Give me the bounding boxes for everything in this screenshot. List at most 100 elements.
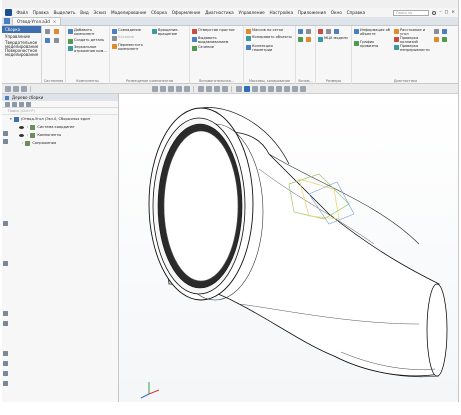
axis-button[interactable] <box>306 29 311 34</box>
tree-settings-button[interactable] <box>26 101 31 107</box>
eye-icon[interactable] <box>19 133 24 137</box>
display-mode-button[interactable] <box>214 86 220 92</box>
display-mode-button[interactable] <box>206 86 212 92</box>
create-part-button[interactable]: Создать деталь <box>68 38 108 44</box>
curve-button[interactable] <box>306 37 311 42</box>
menu-item-settings[interactable]: Настройка <box>267 10 295 15</box>
grid-array-button[interactable]: Массив по сетке <box>246 28 294 34</box>
coincidence-button[interactable]: Совпадение <box>112 28 148 34</box>
side-icon[interactable] <box>3 139 8 144</box>
view-button[interactable] <box>292 86 298 92</box>
tree-search-field[interactable]: Поиск (Ctrl+F) <box>2 108 118 115</box>
side-icon[interactable] <box>3 321 8 326</box>
tree-structure-button[interactable] <box>12 101 17 107</box>
copy-objects-button[interactable]: Копировать объекты <box>246 35 294 41</box>
tree-node-coordinate-system[interactable]: › Система координат <box>2 123 118 131</box>
mass-properties-button[interactable]: MЦХ модели <box>318 36 350 42</box>
view-button[interactable] <box>260 86 266 92</box>
menu-item-help[interactable]: Справка <box>344 10 367 15</box>
side-icon[interactable] <box>3 381 8 386</box>
side-icon[interactable] <box>3 311 8 316</box>
view-button[interactable] <box>268 86 274 92</box>
mode-surface-modeling[interactable]: Поверхностное моделирование <box>2 48 41 56</box>
continuity-check-button[interactable]: Проверка непрерывности <box>394 44 430 53</box>
extrude-cut-button[interactable]: Выдавить выдавливанием <box>192 36 242 45</box>
tree-filter-button[interactable] <box>5 101 10 107</box>
pan-button[interactable] <box>168 86 174 92</box>
filter-icon[interactable] <box>284 86 290 92</box>
toolbar-button[interactable] <box>21 86 27 92</box>
rotate-view-button[interactable] <box>176 86 182 92</box>
angle-dimension-button[interactable] <box>326 29 331 34</box>
diag-extra-1[interactable] <box>434 29 439 34</box>
rotation-button[interactable]: Вращение-вращение <box>152 28 188 37</box>
mirror-component-button[interactable]: Зеркальное отражение ком... <box>68 45 108 54</box>
document-tab[interactable]: Отвод-Угол.a3d × <box>12 17 62 25</box>
toolbar-button[interactable] <box>13 86 19 92</box>
dimension-button[interactable] <box>318 29 323 34</box>
close-icon[interactable]: × <box>451 10 455 15</box>
tree-node-mates[interactable]: › Сопряжения <box>2 139 118 147</box>
menu-item-modeling[interactable]: Моделирование <box>109 10 149 15</box>
side-icon[interactable] <box>3 221 8 226</box>
zoom-window-button[interactable] <box>160 86 166 92</box>
menu-item-edit[interactable]: Правка <box>30 10 51 15</box>
menu-item-window[interactable]: Окно <box>328 10 344 15</box>
active-view-button[interactable] <box>244 86 250 92</box>
menu-item-view[interactable]: Вид <box>78 10 91 15</box>
orientation-button[interactable] <box>184 86 190 92</box>
expand-icon[interactable]: › <box>27 125 28 129</box>
tangency-button[interactable]: Касание <box>112 35 148 41</box>
side-icon[interactable] <box>3 351 8 356</box>
menu-item-drafting[interactable]: Оформление <box>169 10 202 15</box>
menu-item-management[interactable]: Управление <box>236 10 267 15</box>
open-button[interactable] <box>54 29 59 34</box>
expand-icon[interactable]: › <box>27 133 28 137</box>
mode-assembly[interactable]: Сборка <box>2 26 41 33</box>
menu-item-file[interactable]: Файл <box>14 10 30 15</box>
display-mode-button[interactable] <box>198 86 204 92</box>
side-icon[interactable] <box>3 131 8 136</box>
new-button[interactable] <box>45 29 50 34</box>
curvature-graph-button[interactable]: График кривизны <box>354 40 390 49</box>
section-button[interactable]: Сечение <box>192 45 242 51</box>
menu-item-select[interactable]: Выделить <box>51 10 78 15</box>
eye-icon[interactable] <box>19 125 24 129</box>
tab-close-icon[interactable]: × <box>53 18 56 25</box>
restore-icon[interactable]: ◻ <box>444 10 448 15</box>
tree-root-node[interactable]: ▾ (Отвод-Угол (Экз.0, Сборочных един <box>2 115 118 123</box>
diag-extra-4[interactable] <box>442 37 447 42</box>
section-view-button[interactable] <box>236 86 242 92</box>
view-button[interactable] <box>276 86 282 92</box>
radius-dimension-button[interactable] <box>334 29 339 34</box>
geometry-collection-button[interactable]: Коллекция геометрии <box>246 44 294 53</box>
tree-node-components[interactable]: › Компоненты <box>2 131 118 139</box>
simple-hole-button[interactable]: Отверстие простое <box>192 28 242 34</box>
mode-management[interactable]: Управление <box>2 33 41 40</box>
search-input[interactable]: Поиск по <box>393 9 430 16</box>
menu-item-assembly[interactable]: Сборка <box>149 10 170 15</box>
search-icon[interactable] <box>432 10 437 15</box>
side-icon[interactable] <box>3 361 8 366</box>
view-button[interactable] <box>252 86 258 92</box>
side-icon[interactable] <box>3 371 8 376</box>
view-button[interactable] <box>300 86 306 92</box>
save-button[interactable] <box>45 38 50 43</box>
diag-extra-3[interactable] <box>434 37 439 42</box>
model-viewport[interactable] <box>119 94 458 402</box>
mode-solid-modeling[interactable]: Твердотельное моделирование <box>2 40 41 48</box>
minimize-icon[interactable]: – <box>439 10 441 15</box>
move-component-button[interactable]: Переместить компонент <box>112 43 148 52</box>
menu-item-applications[interactable]: Приложения <box>295 10 328 15</box>
menu-item-diagnostics[interactable]: Диагностика <box>203 10 236 15</box>
point-button[interactable] <box>298 37 303 42</box>
expand-icon[interactable]: › <box>22 141 23 145</box>
toolbar-button[interactable] <box>5 86 11 92</box>
expand-icon[interactable]: ▾ <box>10 117 12 121</box>
display-mode-button[interactable] <box>222 86 228 92</box>
print-button[interactable] <box>54 38 59 43</box>
side-icon[interactable] <box>3 261 8 266</box>
diag-extra-2[interactable] <box>442 29 447 34</box>
add-component-button[interactable]: Добавить компонент <box>68 28 108 37</box>
zoom-button[interactable] <box>152 86 158 92</box>
